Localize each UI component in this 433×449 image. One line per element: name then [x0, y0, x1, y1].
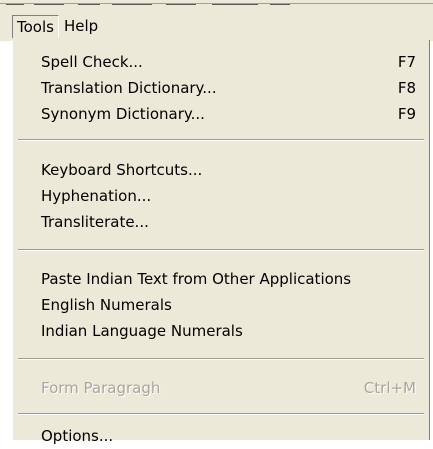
menu-tools[interactable]: Tools [12, 15, 59, 38]
menu-item-label: Hyphenation... [41, 187, 152, 205]
menu-tools-label: Tools [17, 18, 54, 36]
menu-item-shortcut: F9 [397, 105, 416, 123]
menu-item-label: Translation Dictionary... [41, 79, 217, 97]
menu-item-indian-language-numerals[interactable]: Indian Language Numerals [13, 318, 429, 344]
menu-help[interactable]: Help [60, 15, 102, 37]
menu-item-options[interactable]: Options... [13, 423, 429, 449]
menu-item-label: English Numerals [41, 296, 172, 314]
menu-separator [18, 139, 424, 141]
menu-item-form-paragraph: Form Paragragh Ctrl+M [13, 375, 429, 401]
tools-dropdown-menu: Spell Check... F7 Translation Dictionary… [12, 40, 430, 445]
edge-rule [0, 3, 433, 4]
menu-item-spell-check[interactable]: Spell Check... F7 [13, 49, 429, 75]
menu-item-english-numerals[interactable]: English Numerals [13, 292, 429, 318]
menu-item-label: Spell Check... [41, 53, 143, 71]
menu-item-label: Transliterate... [41, 213, 149, 231]
menu-help-label: Help [64, 17, 99, 35]
menu-item-shortcut: F7 [397, 53, 416, 71]
menu-item-shortcut: F8 [397, 79, 416, 97]
menu-item-transliterate[interactable]: Transliterate... [13, 209, 429, 235]
menu-item-shortcut: Ctrl+M [363, 379, 416, 397]
menu-item-keyboard-shortcuts[interactable]: Keyboard Shortcuts... [13, 157, 429, 183]
menu-separator [18, 413, 424, 415]
menu-item-label: Form Paragragh [41, 379, 161, 397]
menu-separator [18, 358, 424, 360]
menu-item-label: Synonym Dictionary... [41, 105, 205, 123]
menu-item-label: Options... [41, 427, 114, 445]
menu-bar: Tools Help [0, 5, 433, 41]
menu-item-paste-indian-text[interactable]: Paste Indian Text from Other Application… [13, 266, 429, 292]
menu-item-label: Paste Indian Text from Other Application… [41, 270, 352, 288]
menu-item-hyphenation[interactable]: Hyphenation... [13, 183, 429, 209]
menu-item-synonym-dictionary[interactable]: Synonym Dictionary... F9 [13, 101, 429, 127]
menu-item-label: Keyboard Shortcuts... [41, 161, 203, 179]
menu-item-label: Indian Language Numerals [41, 322, 243, 340]
menu-item-translation-dictionary[interactable]: Translation Dictionary... F8 [13, 75, 429, 101]
menu-separator [18, 249, 424, 251]
